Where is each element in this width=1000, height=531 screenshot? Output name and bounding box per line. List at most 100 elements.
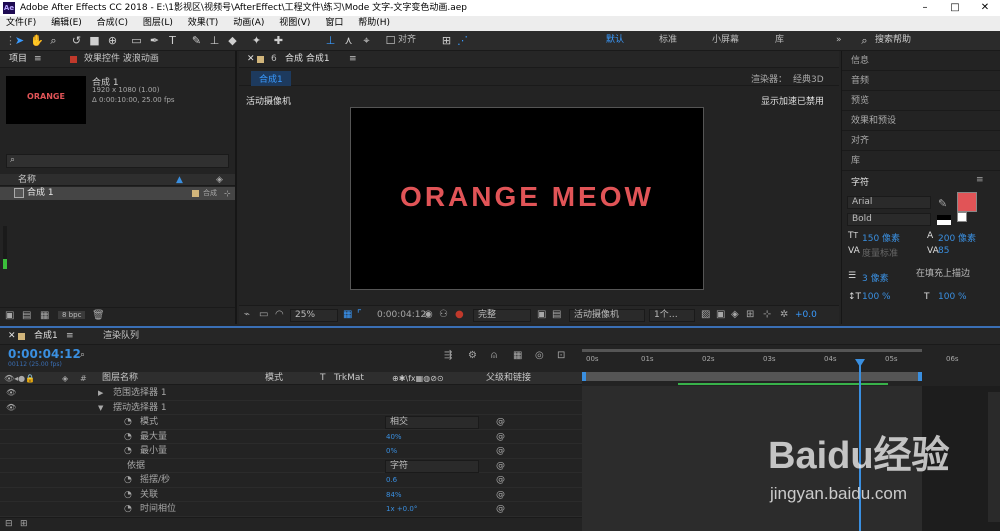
current-time-display[interactable]: 0:00:04:12 bbox=[377, 310, 426, 320]
horizontal-scale-value[interactable]: 100 % bbox=[938, 292, 967, 302]
menu-edit[interactable]: 编辑(E) bbox=[45, 16, 88, 31]
always-preview-icon[interactable]: ⌁ bbox=[244, 309, 250, 320]
shy-layers-icon[interactable]: ⍝ bbox=[491, 350, 497, 361]
expression-icon[interactable]: @ bbox=[496, 488, 505, 503]
workspace-overflow[interactable]: » bbox=[836, 34, 842, 47]
snapshot-icon[interactable]: ◉ bbox=[424, 309, 433, 320]
region-icon[interactable]: ▦ bbox=[343, 309, 352, 320]
clone-stamp-tool-icon[interactable]: ⊥ bbox=[208, 34, 221, 47]
switches-column-icons[interactable]: ⊕✱\fx▦◍⊘⊙ bbox=[392, 372, 444, 385]
time-ruler[interactable]: 00s 01s 02s 03s 04s 05s 06s bbox=[582, 355, 1000, 368]
property-row-range-selector[interactable]: 👁 ▶ 范围选择器 1 bbox=[0, 386, 582, 401]
project-search-input[interactable]: ⌕ bbox=[6, 154, 229, 168]
project-menu-icon[interactable]: ≡ bbox=[34, 51, 42, 68]
toggle-switches-icon[interactable]: ⊟ bbox=[5, 519, 13, 529]
expression-icon[interactable]: @ bbox=[496, 459, 505, 474]
show-snapshot-icon[interactable]: ⚇ bbox=[439, 309, 448, 320]
grid-toggle-icon[interactable]: ▤ bbox=[552, 309, 561, 320]
tracking-value[interactable]: 85 bbox=[938, 246, 949, 256]
playhead-handle-icon[interactable] bbox=[855, 359, 865, 367]
stopwatch-icon[interactable]: ◔ bbox=[124, 488, 132, 503]
sort-ascending-icon[interactable]: ▲ bbox=[176, 174, 183, 186]
label-color-swatch[interactable] bbox=[192, 190, 199, 197]
interpret-footage-icon[interactable]: ▣ bbox=[5, 310, 14, 321]
snap-extend-icon[interactable]: ⋰ bbox=[456, 34, 469, 47]
monitor-icon[interactable]: ▭ bbox=[259, 309, 268, 320]
composition-canvas[interactable]: ORANGE MEOW bbox=[350, 107, 704, 290]
property-row-max-amount[interactable]: ◔ 最大量 40% @ bbox=[0, 430, 582, 445]
draft-3d-timeline-icon[interactable]: ⚙ bbox=[468, 350, 477, 361]
axis-world-icon[interactable]: ⋏ bbox=[342, 34, 355, 47]
property-row-wiggly-selector[interactable]: 👁 ▼ 摆动选择器 1 bbox=[0, 401, 582, 415]
menu-window[interactable]: 窗口 bbox=[319, 16, 349, 31]
number-header-icon[interactable]: # bbox=[80, 372, 87, 385]
motion-blur-icon[interactable]: ◎ bbox=[535, 350, 544, 361]
hand-tool-icon[interactable]: ✋ bbox=[30, 34, 44, 47]
canvas-text-layer[interactable]: ORANGE MEOW bbox=[351, 108, 703, 289]
color-channels-icon[interactable]: ● bbox=[455, 309, 464, 320]
expression-icon[interactable]: @ bbox=[496, 444, 505, 459]
workspace-small-screen[interactable]: 小屏幕 bbox=[712, 34, 739, 47]
menu-animation[interactable]: 动画(A) bbox=[227, 16, 270, 31]
mode-select[interactable]: 相交 bbox=[385, 416, 479, 429]
new-composition-icon[interactable]: ▦ bbox=[40, 310, 49, 321]
workspace-default[interactable]: 默认 bbox=[606, 34, 624, 47]
flowchart-icon[interactable]: ⊹ bbox=[224, 187, 231, 200]
panel-libraries[interactable]: 库 bbox=[842, 151, 1000, 171]
menu-help[interactable]: 帮助(H) bbox=[352, 16, 396, 31]
trkmat-column[interactable]: TrkMat bbox=[334, 372, 364, 385]
property-value[interactable]: 1x +0.0° bbox=[386, 502, 417, 517]
property-value[interactable]: 40% bbox=[386, 430, 402, 445]
search-help-input[interactable]: 搜索帮助 bbox=[875, 34, 911, 47]
graph-editor-icon[interactable]: ⊡ bbox=[557, 350, 565, 361]
property-row-temporal-phase[interactable]: ◔ 时间相位 1x +0.0° @ bbox=[0, 502, 582, 517]
viewer-close-icon[interactable]: ✕ bbox=[247, 51, 255, 68]
snap-icon[interactable]: ⊞ bbox=[440, 34, 453, 47]
new-folder-icon[interactable]: ▤ bbox=[22, 310, 31, 321]
menu-file[interactable]: 文件(F) bbox=[0, 16, 42, 31]
property-value[interactable]: 0.6 bbox=[386, 473, 397, 488]
stroke-width-value[interactable]: 3 像素 bbox=[862, 271, 889, 284]
frame-blending-icon[interactable]: ▦ bbox=[513, 350, 522, 361]
menu-view[interactable]: 视图(V) bbox=[273, 16, 316, 31]
fill-color-swatch[interactable] bbox=[957, 192, 977, 212]
property-row-mode[interactable]: ◔ 模式 相交 @ bbox=[0, 415, 582, 430]
leading-value[interactable]: 200 像素 bbox=[938, 231, 976, 244]
work-area-start-handle[interactable] bbox=[582, 372, 586, 381]
layer-name-column[interactable]: 图层名称 bbox=[102, 372, 138, 385]
zoom-tool-icon[interactable]: ⌕ bbox=[47, 34, 60, 47]
expression-icon[interactable]: @ bbox=[496, 502, 505, 517]
workspace-libraries[interactable]: 库 bbox=[775, 34, 784, 47]
panel-info[interactable]: 信息 bbox=[842, 51, 1000, 71]
exposure-value[interactable]: +0.0 bbox=[795, 310, 817, 320]
resolution-select[interactable]: 完整 bbox=[473, 309, 531, 322]
vr-icon[interactable]: ◠ bbox=[275, 309, 284, 320]
camera-tool-icon[interactable]: ■ bbox=[88, 34, 101, 47]
view-layout-select[interactable]: 1个… bbox=[649, 309, 695, 322]
timeline-search-input[interactable]: ⌕ bbox=[80, 350, 430, 363]
magnification-select[interactable]: 25% bbox=[290, 309, 338, 322]
timeline-scrollbar[interactable] bbox=[988, 392, 1000, 522]
time-navigator-bar[interactable] bbox=[582, 349, 922, 352]
eyedropper-icon[interactable]: ✎ bbox=[938, 197, 947, 210]
rectangle-tool-icon[interactable]: ▭ bbox=[130, 34, 143, 47]
composition-mini-flowchart-icon[interactable]: ⇶ bbox=[444, 350, 452, 361]
expression-icon[interactable]: @ bbox=[496, 473, 505, 488]
roto-brush-tool-icon[interactable]: ✦ bbox=[250, 34, 263, 47]
sub-tab-comp1[interactable]: 合成1 bbox=[251, 71, 291, 86]
av-features-icons[interactable]: 👁◂●🔒 bbox=[4, 372, 35, 385]
stopwatch-icon[interactable]: ◔ bbox=[124, 502, 132, 517]
minimize-button[interactable]: – bbox=[910, 0, 940, 16]
timeline-close-icon[interactable]: ✕ bbox=[8, 328, 16, 345]
work-area-end-handle[interactable] bbox=[918, 372, 922, 381]
tab-composition[interactable]: 合成 合成1 bbox=[285, 51, 330, 68]
close-button[interactable]: ✕ bbox=[970, 0, 1000, 16]
flowchart-viewer-icon[interactable]: ⊹ bbox=[763, 309, 771, 320]
property-value[interactable]: 0% bbox=[386, 444, 397, 459]
pen-tool-icon[interactable]: ✒ bbox=[148, 34, 161, 47]
tab-effect-controls[interactable]: 效果控件 波浪动画 bbox=[84, 51, 159, 68]
property-row-based-on[interactable]: 依据 字符 @ bbox=[0, 459, 582, 474]
pan-behind-tool-icon[interactable]: ⊕ bbox=[106, 34, 119, 47]
axis-local-icon[interactable]: ⊥ bbox=[324, 34, 337, 47]
stroke-mode-select[interactable]: 在填充上描边 bbox=[912, 269, 996, 282]
